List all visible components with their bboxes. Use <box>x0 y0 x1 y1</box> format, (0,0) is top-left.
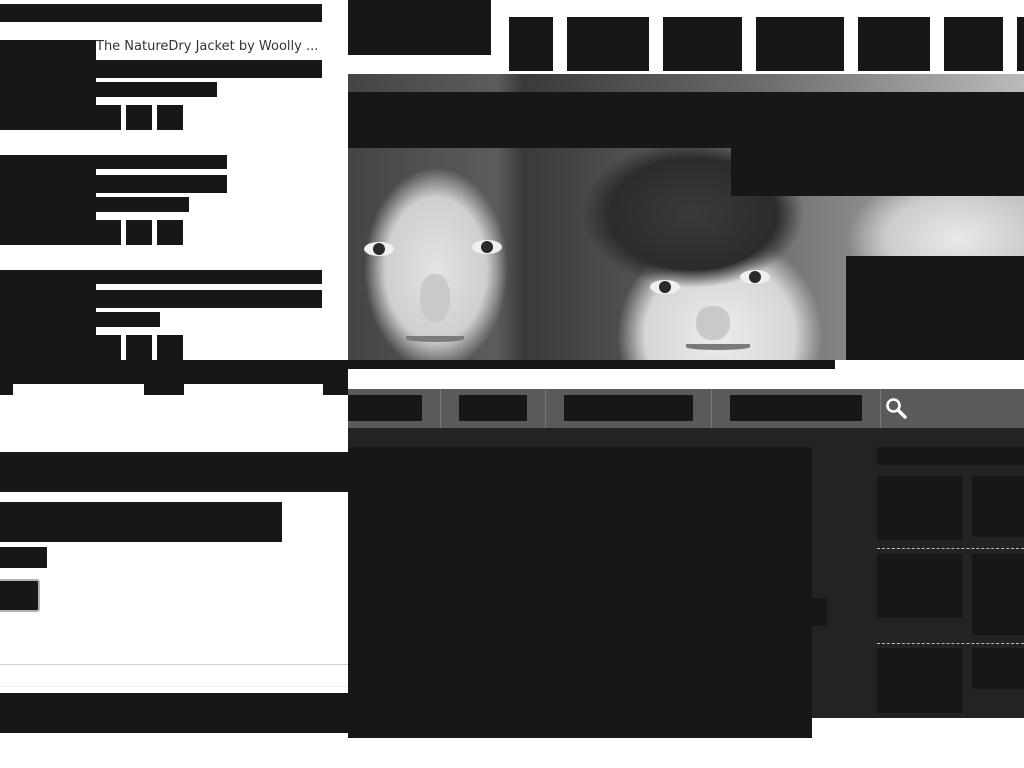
main-article-panel <box>348 447 812 738</box>
sidebar-thumbnail[interactable] <box>877 476 962 540</box>
search-icon[interactable] <box>884 396 908 420</box>
top-nav-item[interactable] <box>567 17 649 71</box>
divider <box>0 686 348 687</box>
site-logo[interactable] <box>348 0 491 55</box>
product-action-button[interactable] <box>126 335 152 360</box>
product-subtitle-line <box>96 290 322 308</box>
sidebar-thumbnail[interactable] <box>877 554 962 618</box>
list-footer-tab[interactable] <box>0 384 13 395</box>
hero-overlay-banner <box>348 92 1024 148</box>
form-submit-button[interactable] <box>0 579 40 612</box>
product-thumbnail[interactable] <box>0 155 96 245</box>
nav-separator <box>545 389 546 428</box>
product-action-button[interactable] <box>157 105 183 130</box>
divider <box>0 664 348 665</box>
nav-item[interactable] <box>564 395 693 421</box>
article-side-tab[interactable] <box>812 598 827 626</box>
list-footer-tab[interactable] <box>323 384 348 395</box>
sidebar-divider <box>877 643 1024 644</box>
product-thumbnail[interactable] <box>0 40 96 130</box>
product-title[interactable] <box>96 155 227 169</box>
sidebar-item-text[interactable] <box>972 476 1024 537</box>
product-subtitle-line <box>96 175 227 193</box>
sidebar-item-text[interactable] <box>972 554 1024 635</box>
product-action-button[interactable] <box>96 105 121 130</box>
product-action-button[interactable] <box>126 220 152 245</box>
product-action-button[interactable] <box>126 105 152 130</box>
hero-overlay-panel <box>846 256 1024 360</box>
nav-separator <box>711 389 712 428</box>
nav-item[interactable] <box>459 395 527 421</box>
list-footer-tab[interactable] <box>144 384 184 395</box>
product-subtitle-line <box>96 60 322 78</box>
product-action-button[interactable] <box>157 335 183 360</box>
top-left-bar <box>0 4 322 22</box>
product-action-button[interactable] <box>96 335 121 360</box>
product-price <box>96 197 189 212</box>
form-heading-bar <box>0 452 348 492</box>
nav-item[interactable] <box>730 395 862 421</box>
nav-separator <box>880 389 881 428</box>
nav-separator <box>440 389 441 428</box>
list-footer-bar <box>0 369 348 384</box>
list-footer-bar <box>0 360 835 369</box>
hero-overlay-caption <box>731 148 1024 196</box>
top-nav-item[interactable] <box>509 17 553 71</box>
product-price <box>96 312 160 327</box>
sidebar-heading <box>877 447 1024 465</box>
nav-item[interactable] <box>348 395 422 421</box>
top-nav-item[interactable] <box>663 17 742 71</box>
product-title[interactable] <box>96 270 322 284</box>
product-action-button[interactable] <box>157 220 183 245</box>
left-footer-bar <box>0 693 348 733</box>
form-label <box>0 547 47 568</box>
product-action-button[interactable] <box>96 220 121 245</box>
product-title[interactable]: The NatureDry Jacket by Woolly ... <box>96 39 324 55</box>
product-thumbnail[interactable] <box>0 270 96 360</box>
sidebar-item-text[interactable] <box>972 648 1024 689</box>
sidebar-thumbnail[interactable] <box>877 648 962 713</box>
top-nav-item[interactable] <box>944 17 1003 71</box>
top-nav-item[interactable] <box>858 17 930 71</box>
form-input-field[interactable] <box>0 502 282 542</box>
top-nav-item[interactable] <box>1017 17 1024 71</box>
product-price <box>96 82 217 97</box>
sidebar-divider <box>877 548 1024 549</box>
top-nav-item[interactable] <box>756 17 844 71</box>
